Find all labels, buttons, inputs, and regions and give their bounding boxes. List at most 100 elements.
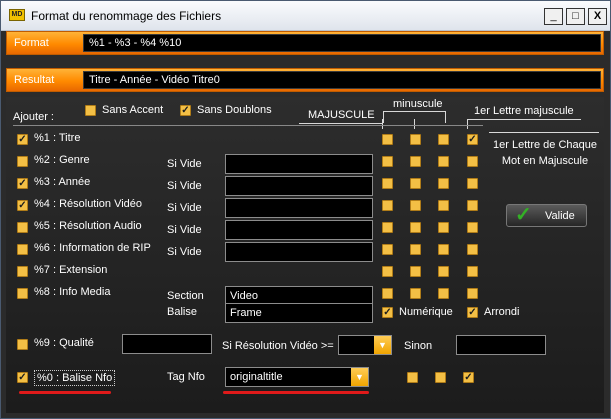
annotation-underline bbox=[223, 391, 369, 394]
field-checkbox[interactable]: ✓ bbox=[17, 200, 28, 211]
field-checkbox[interactable] bbox=[17, 288, 28, 299]
case-checkbox[interactable] bbox=[438, 134, 449, 145]
col2-tick bbox=[414, 119, 415, 129]
sinon-input[interactable] bbox=[456, 335, 546, 355]
balise-nfo-case-checkbox[interactable]: ✓ bbox=[463, 372, 474, 383]
minimize-button[interactable]: _ bbox=[544, 8, 563, 25]
case-checkbox[interactable] bbox=[382, 134, 393, 145]
field-label: %8 : Info Media bbox=[34, 286, 111, 298]
case-checkbox[interactable] bbox=[382, 266, 393, 277]
case-checkbox[interactable] bbox=[467, 266, 478, 277]
si-vide-label: Si Vide bbox=[167, 180, 202, 192]
field-checkbox[interactable] bbox=[17, 266, 28, 277]
field-checkbox[interactable]: ✓ bbox=[17, 134, 28, 145]
case-checkbox[interactable] bbox=[382, 222, 393, 233]
field-checkbox[interactable] bbox=[17, 222, 28, 233]
case-checkbox[interactable] bbox=[438, 288, 449, 299]
case-checkbox[interactable] bbox=[467, 288, 478, 299]
balise-label: Balise bbox=[167, 306, 197, 318]
field-input[interactable] bbox=[225, 220, 373, 240]
case-checkbox[interactable] bbox=[382, 288, 393, 299]
arrondi-label: Arrondi bbox=[484, 306, 520, 318]
si-resolution-label: Si Résolution Vidéo >= bbox=[222, 340, 334, 352]
sans-doublons-checkbox[interactable]: ✓ bbox=[180, 105, 191, 116]
qualite-label: %9 : Qualité bbox=[34, 337, 94, 349]
case-checkbox[interactable] bbox=[410, 156, 421, 167]
case-checkbox[interactable] bbox=[410, 200, 421, 211]
case-checkbox[interactable] bbox=[467, 244, 478, 255]
majuscule-header: MAJUSCULE bbox=[308, 109, 375, 121]
case-checkbox[interactable] bbox=[438, 244, 449, 255]
first-upper-header: 1er Lettre majuscule bbox=[474, 105, 574, 117]
field-input[interactable] bbox=[225, 154, 373, 174]
case-checkbox[interactable] bbox=[410, 244, 421, 255]
annotation-underline bbox=[19, 391, 111, 394]
qualite-input[interactable] bbox=[122, 334, 212, 354]
case-checkbox[interactable]: ✓ bbox=[467, 134, 478, 145]
result-label: Resultat bbox=[14, 74, 55, 86]
field-label: %6 : Information de RIP bbox=[34, 242, 151, 254]
title-bar: MD Format du renommage des Fichiers _ □ … bbox=[1, 1, 610, 31]
sans-accent-checkbox[interactable] bbox=[85, 105, 96, 116]
qualite-checkbox[interactable] bbox=[17, 339, 28, 350]
case-checkbox[interactable] bbox=[438, 178, 449, 189]
si-vide-label: Section bbox=[167, 290, 204, 302]
case-checkbox[interactable] bbox=[438, 266, 449, 277]
field-label: %4 : Résolution Vidéo bbox=[34, 198, 143, 210]
case-checkbox[interactable] bbox=[467, 178, 478, 189]
case-checkbox[interactable] bbox=[467, 156, 478, 167]
field-checkbox[interactable]: ✓ bbox=[17, 178, 28, 189]
each-word-header: 1er Lettre de Chaque Mot en Majuscule bbox=[493, 139, 597, 167]
case-checkbox[interactable] bbox=[438, 200, 449, 211]
field-input[interactable] bbox=[225, 242, 373, 262]
case-checkbox[interactable] bbox=[438, 222, 449, 233]
field-checkbox[interactable] bbox=[17, 156, 28, 167]
minuscule-header: minuscule bbox=[393, 98, 443, 110]
field-label: %7 : Extension bbox=[34, 264, 108, 276]
majuscule-tick bbox=[382, 119, 383, 129]
balise-nfo-case-checkbox[interactable] bbox=[435, 372, 446, 383]
first-upper-underline bbox=[467, 119, 581, 120]
case-checkbox[interactable] bbox=[410, 134, 421, 145]
case-checkbox[interactable] bbox=[382, 244, 393, 255]
each-word-overline bbox=[489, 132, 599, 133]
case-checkbox[interactable] bbox=[382, 200, 393, 211]
section-separator bbox=[13, 125, 483, 126]
case-checkbox[interactable] bbox=[382, 178, 393, 189]
numerique-label: Numérique bbox=[399, 306, 453, 318]
resolution-dropdown[interactable]: ▼ bbox=[338, 335, 392, 355]
field-checkbox[interactable] bbox=[17, 244, 28, 255]
chevron-down-icon: ▼ bbox=[374, 336, 391, 354]
case-checkbox[interactable] bbox=[410, 288, 421, 299]
case-checkbox[interactable] bbox=[410, 178, 421, 189]
si-vide-label: Si Vide bbox=[167, 246, 202, 258]
si-vide-label: Si Vide bbox=[167, 158, 202, 170]
case-checkbox[interactable] bbox=[382, 156, 393, 167]
close-button[interactable]: X bbox=[588, 8, 607, 25]
rename-format-window: MD Format du renommage des Fichiers _ □ … bbox=[0, 0, 611, 419]
case-checkbox[interactable] bbox=[410, 266, 421, 277]
field-label: %1 : Titre bbox=[34, 132, 81, 144]
case-checkbox[interactable] bbox=[438, 156, 449, 167]
field-input[interactable] bbox=[225, 176, 373, 196]
chevron-down-icon: ▼ bbox=[351, 368, 368, 386]
balise-nfo-case-checkbox[interactable] bbox=[407, 372, 418, 383]
tag-nfo-dropdown[interactable]: originaltitle ▼ bbox=[225, 367, 369, 387]
valide-button[interactable]: ✓ Valide bbox=[506, 204, 587, 227]
sans-accent-label: Sans Accent bbox=[102, 104, 164, 116]
first-upper-tick bbox=[467, 119, 468, 129]
format-input[interactable]: %1 - %3 - %4 %10 bbox=[83, 34, 601, 52]
case-checkbox[interactable] bbox=[410, 222, 421, 233]
si-vide-label: Si Vide bbox=[167, 224, 202, 236]
case-checkbox[interactable] bbox=[467, 200, 478, 211]
app-icon: MD bbox=[9, 9, 25, 21]
field-input[interactable] bbox=[225, 198, 373, 218]
tag-nfo-label: Tag Nfo bbox=[167, 371, 205, 383]
case-checkbox[interactable] bbox=[467, 222, 478, 233]
balise-nfo-checkbox[interactable]: ✓ bbox=[17, 372, 28, 383]
balise-nfo-label: %0 : Balise Nfo bbox=[34, 370, 116, 386]
numerique-checkbox[interactable]: ✓ bbox=[382, 307, 393, 318]
arrondi-checkbox[interactable]: ✓ bbox=[467, 307, 478, 318]
maximize-button[interactable]: □ bbox=[566, 8, 585, 25]
balise-input[interactable]: Frame bbox=[225, 303, 373, 323]
